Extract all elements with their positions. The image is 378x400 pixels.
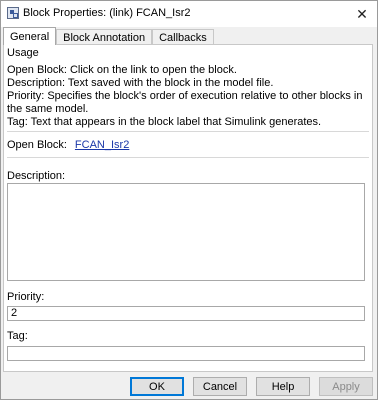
block-properties-dialog: Block Properties: (link) FCAN_Isr2 ✕ Gen… <box>0 0 378 400</box>
open-block-label: Open Block: <box>7 139 67 151</box>
description-label: Description: <box>7 170 66 182</box>
usage-line-description: Description: Text saved with the block i… <box>7 77 274 89</box>
divider <box>7 131 369 132</box>
cancel-button[interactable]: Cancel <box>193 377 247 396</box>
ok-button[interactable]: OK <box>130 377 184 396</box>
help-button[interactable]: Help <box>256 377 310 396</box>
general-panel: Usage Open Block: Click on the link to o… <box>3 44 373 372</box>
window-title: Block Properties: (link) FCAN_Isr2 <box>23 7 191 19</box>
tab-bar: General Block Annotation Callbacks <box>3 27 214 45</box>
tab-general[interactable]: General <box>3 27 57 45</box>
apply-button[interactable]: Apply <box>319 377 373 396</box>
tab-block-annotation[interactable]: Block Annotation <box>56 29 153 45</box>
close-icon[interactable]: ✕ <box>347 1 377 27</box>
block-properties-icon <box>7 7 19 19</box>
usage-text: Open Block: Click on the link to open th… <box>7 64 367 129</box>
priority-label: Priority: <box>7 291 45 303</box>
divider <box>7 157 369 158</box>
open-block-link[interactable]: FCAN_Isr2 <box>75 139 129 151</box>
open-block-row: Open Block: FCAN_Isr2 <box>7 139 129 151</box>
button-bar: OK Cancel Help Apply <box>1 372 377 399</box>
tab-callbacks[interactable]: Callbacks <box>152 29 214 45</box>
usage-line-open-block: Open Block: Click on the link to open th… <box>7 64 237 76</box>
priority-input[interactable]: 2 <box>7 306 365 321</box>
usage-line-tag: Tag: Text that appears in the block labe… <box>7 116 322 128</box>
title-bar: Block Properties: (link) FCAN_Isr2 ✕ <box>1 1 377 27</box>
usage-line-priority: Priority: Specifies the block's order of… <box>7 90 363 115</box>
usage-heading: Usage <box>7 47 39 59</box>
tag-input[interactable] <box>7 346 365 361</box>
tag-label: Tag: <box>7 330 28 342</box>
description-textarea[interactable] <box>7 183 365 281</box>
